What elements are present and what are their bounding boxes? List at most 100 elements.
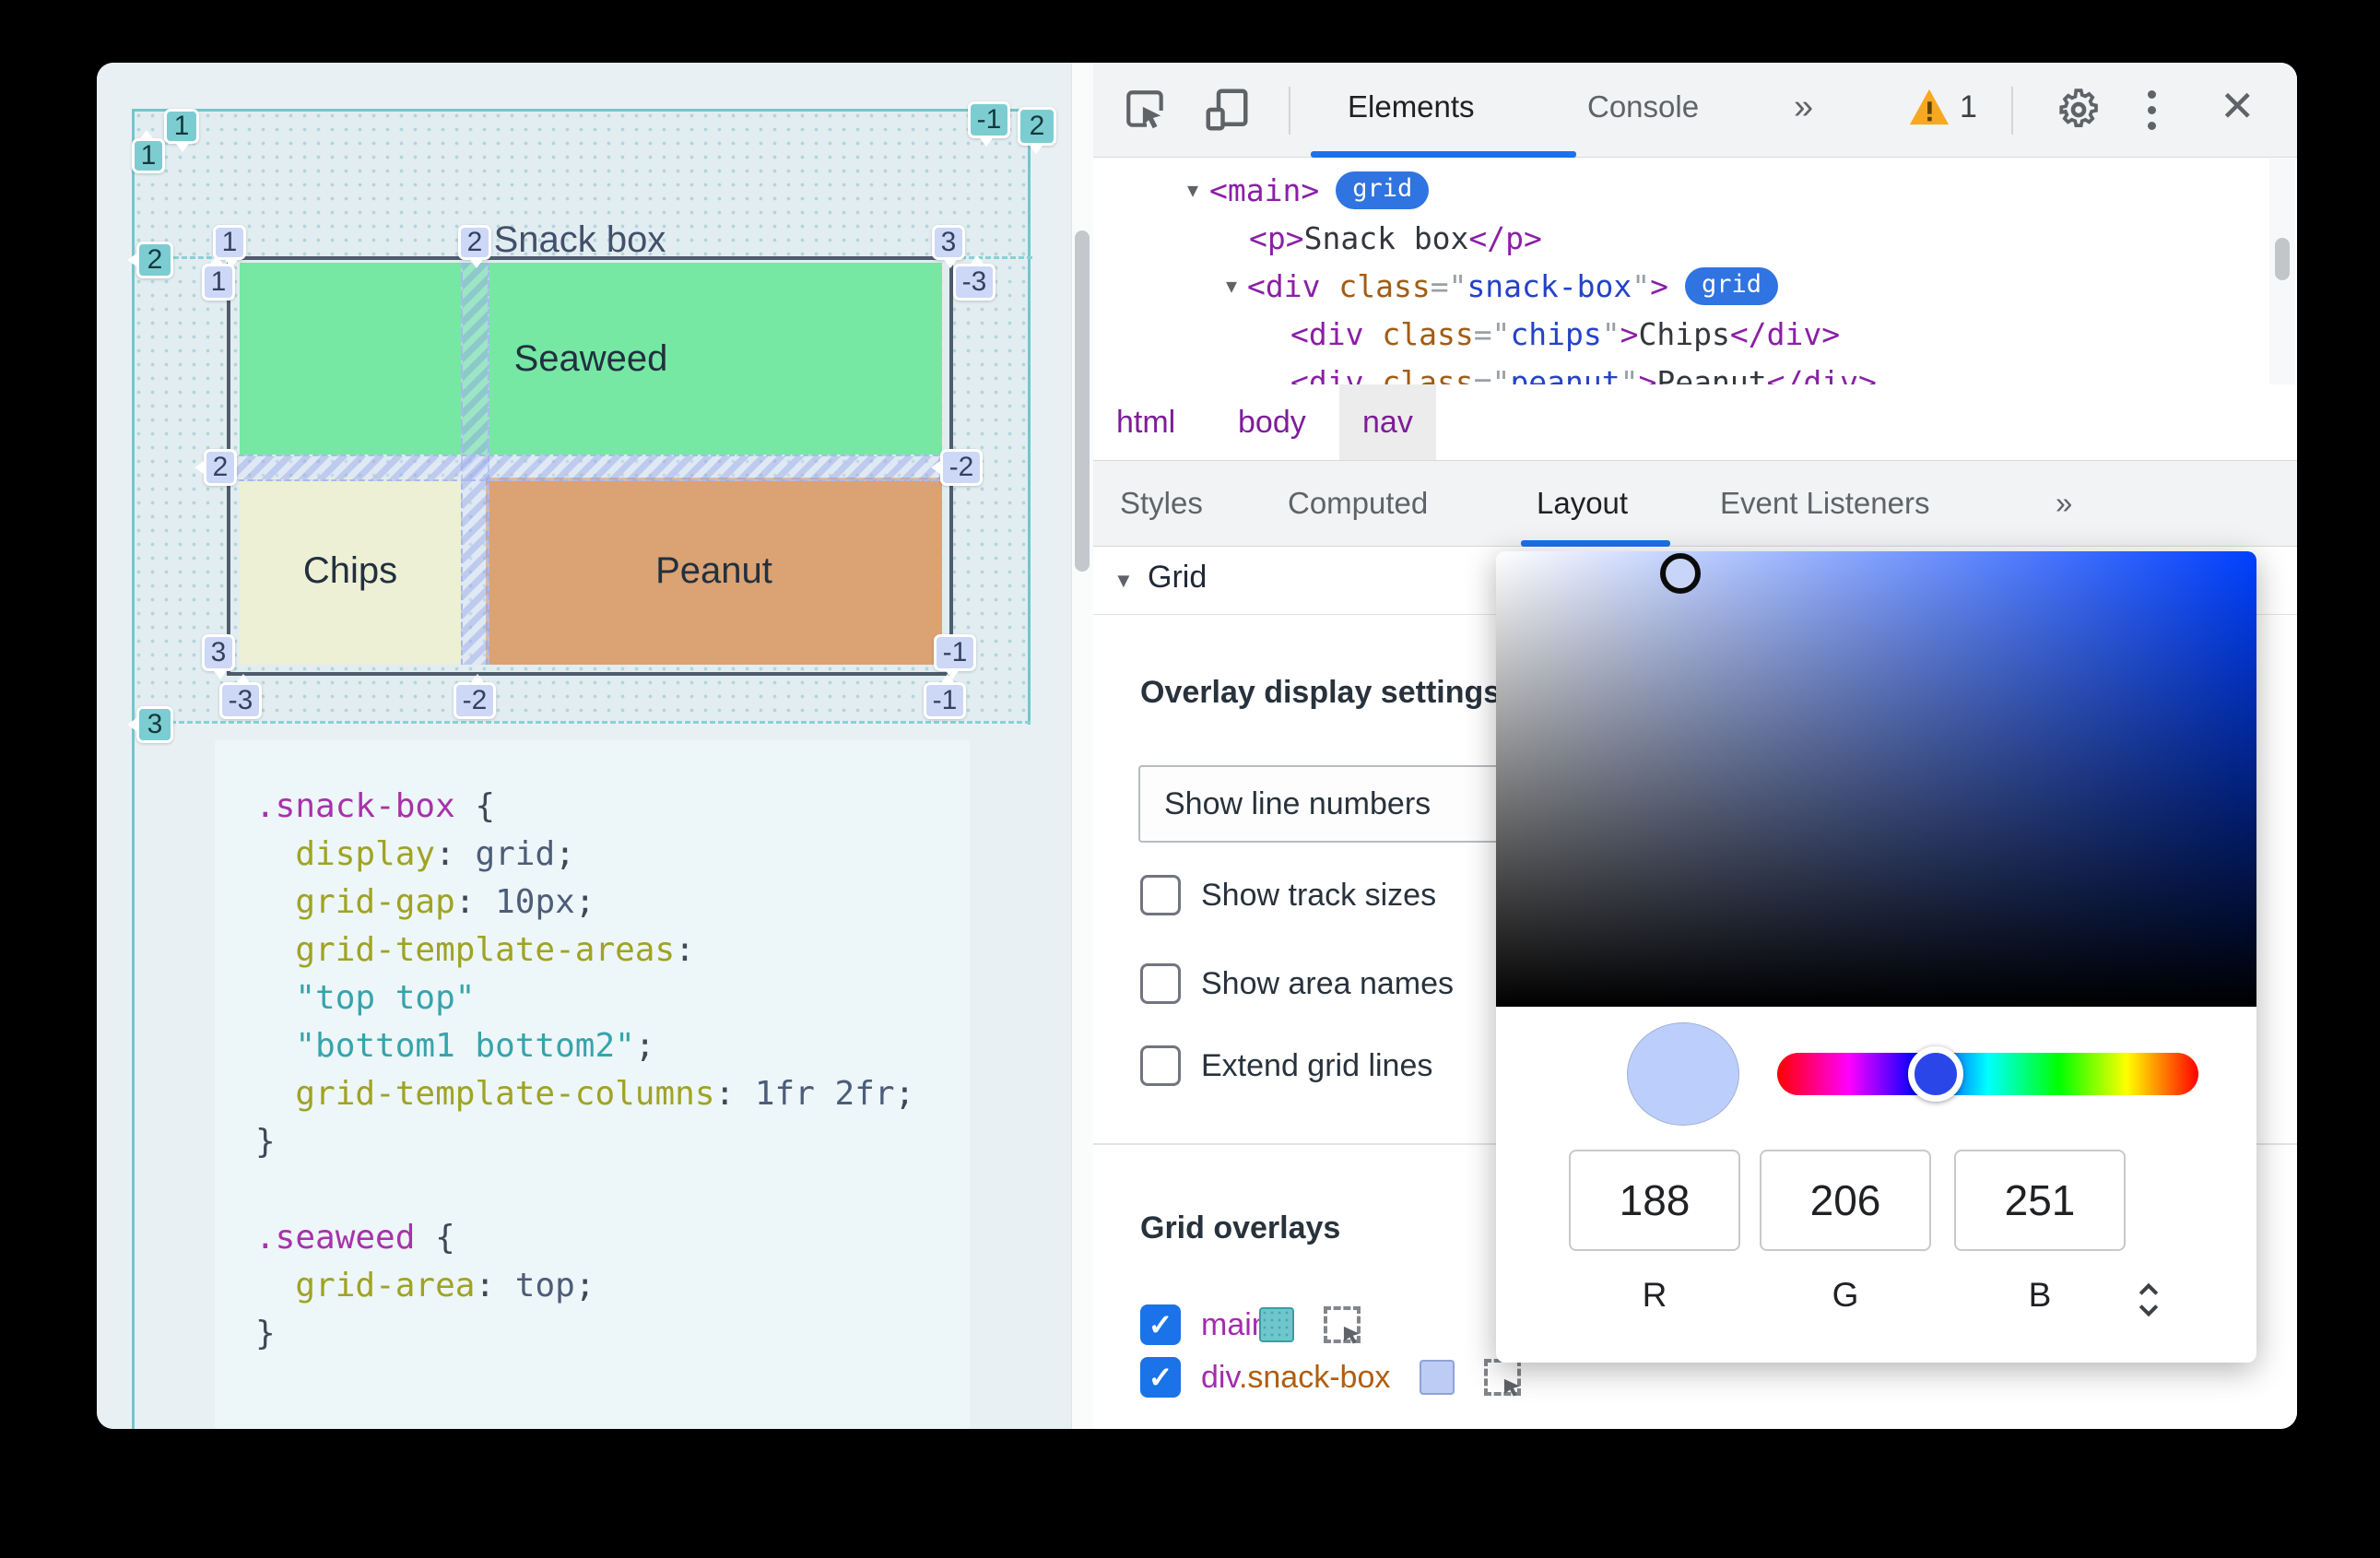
tab-event-listeners[interactable]: Event Listeners <box>1720 461 1929 546</box>
css-code-line: grid-area: top; <box>255 1262 951 1310</box>
close-icon[interactable]: ✕ <box>2220 81 2256 131</box>
main-grid-line-number: -1 <box>968 101 1010 147</box>
tab-layout[interactable]: Layout <box>1537 461 1628 546</box>
css-token: } <box>255 1123 276 1161</box>
css-code-line: "bottom1 bottom2"; <box>255 1022 951 1070</box>
css-token: display <box>255 835 436 873</box>
blue-value-input[interactable]: 251 <box>1954 1150 2126 1251</box>
grid-badge[interactable]: grid <box>1336 171 1430 209</box>
tab--[interactable]: » <box>2056 461 2072 546</box>
css-token: : <box>435 835 476 873</box>
warning-icon[interactable]: 1 <box>1908 87 1977 127</box>
tree-row[interactable]: ▼ <main> grid <box>1093 166 2269 214</box>
chips-area: Chips <box>240 478 461 665</box>
dom-token: </p> <box>1468 219 1542 256</box>
tab-console[interactable]: Console <box>1587 63 1699 151</box>
css-code-line: grid-template-columns: 1fr 2fr; <box>255 1070 951 1118</box>
css-code-line: } <box>255 1118 951 1166</box>
grid-badge[interactable]: grid <box>1685 266 1779 305</box>
breadcrumb-item-html[interactable]: html <box>1093 384 1198 460</box>
overlay-checkbox-div[interactable]: ✓ <box>1140 1357 1181 1398</box>
red-value-input[interactable]: 188 <box>1569 1150 1740 1251</box>
css-token: : <box>675 931 695 969</box>
overlay-select-element-icon[interactable] <box>1323 1306 1361 1344</box>
dom-token: Chips <box>1638 315 1730 352</box>
more-tabs-icon[interactable]: » <box>1794 63 1813 151</box>
overlay-color-swatch[interactable] <box>1258 1307 1294 1342</box>
breadcrumb-item-nav[interactable]: nav <box>1339 384 1436 460</box>
dom-token: <div <box>1290 315 1383 352</box>
page-scrollbar[interactable] <box>1071 63 1094 1429</box>
snack-grid-line-number: -2 <box>931 449 983 486</box>
red-label: R <box>1642 1276 1667 1314</box>
color-picker-popup: 188 206 251 R G B <box>1496 551 2256 1363</box>
snack-grid-line-number: 2 <box>194 449 237 486</box>
snack-grid-line-number: -1 <box>924 674 966 719</box>
overlay-color-swatch[interactable] <box>1420 1360 1455 1395</box>
css-token: grid-template-columns <box>255 1075 715 1113</box>
line-numbers-dropdown-value: Show line numbers <box>1164 785 1432 821</box>
css-token: grid <box>475 835 556 873</box>
snack-grid-line-number: -2 <box>454 674 496 719</box>
snack-grid-line-top <box>227 256 953 260</box>
checkbox-show-track-sizes[interactable] <box>1140 875 1181 915</box>
snack-grid-line-number: 3 <box>932 225 965 268</box>
elements-tree-scrollbar[interactable] <box>2269 159 2295 384</box>
color-format-switcher-icon[interactable] <box>2132 1280 2165 1325</box>
snack-grid-line-number: -3 <box>219 674 262 719</box>
snack-grid-line-number: 1 <box>202 255 235 301</box>
dom-token: =" <box>1473 315 1511 352</box>
tree-row[interactable]: <p>Snack box</p> <box>1093 214 2269 262</box>
color-gradient-selector[interactable] <box>1660 553 1701 594</box>
chips-label: Chips <box>302 550 398 591</box>
tab-elements[interactable]: Elements <box>1348 63 1475 151</box>
checkbox-extend-grid-lines[interactable] <box>1140 1045 1181 1086</box>
main-grid-line-row3 <box>171 721 1031 724</box>
css-token: ; <box>634 1027 655 1065</box>
page-viewport: Snack box Seaweed Chips Peanut 1 -1 2 1 2 3 1 2… <box>97 63 1071 1429</box>
expand-arrow-icon[interactable]: ▼ <box>1226 275 1237 297</box>
hue-slider[interactable] <box>1777 1053 2198 1095</box>
kebab-menu-icon[interactable] <box>2148 90 2156 130</box>
checkbox-label: Show area names <box>1201 965 1455 1001</box>
expand-arrow-icon[interactable]: ▼ <box>1187 179 1198 201</box>
snack-grid-line-bottom <box>227 672 953 676</box>
css-token: .snack-box <box>255 787 455 825</box>
seaweed-area: Seaweed <box>240 263 942 454</box>
breadcrumb-item-body[interactable]: body <box>1215 384 1329 460</box>
css-token: .seaweed <box>255 1219 416 1257</box>
main-grid-line-number: 1 <box>132 130 165 173</box>
tree-row[interactable]: <div class="chips">Chips</div> <box>1093 310 2269 358</box>
css-token: ; <box>574 1267 595 1304</box>
device-toolbar-icon[interactable] <box>1202 85 1252 135</box>
css-token: "bottom1 bottom2" <box>255 1027 635 1065</box>
css-token: 10px <box>495 883 575 921</box>
settings-gear-icon[interactable] <box>2056 87 2102 133</box>
checkbox-row: Show area names <box>1140 963 1454 1004</box>
dom-token: class <box>1382 315 1474 352</box>
css-token: : <box>475 1267 515 1304</box>
hue-slider-handle[interactable] <box>1908 1046 1963 1102</box>
css-code-line: .snack-box { <box>255 783 951 831</box>
css-token: grid-gap <box>255 883 455 921</box>
green-value-input[interactable]: 206 <box>1760 1150 1931 1251</box>
page-title: Snack box <box>493 219 666 260</box>
dom-token: <div <box>1247 267 1339 304</box>
section-collapse-icon[interactable]: ▼ <box>1113 569 1134 593</box>
elements-tree-scrollbar-thumb[interactable] <box>2275 238 2290 280</box>
warning-count: 1 <box>1960 89 1977 124</box>
inspect-icon[interactable] <box>1123 87 1169 133</box>
color-gradient-field[interactable] <box>1496 551 2256 1007</box>
overlay-select-element-icon[interactable] <box>1484 1359 1522 1397</box>
css-code-line: "top top" <box>255 974 951 1022</box>
checkbox-show-area-names[interactable] <box>1140 963 1181 1004</box>
tab-computed[interactable]: Computed <box>1288 461 1428 546</box>
page-scrollbar-thumb[interactable] <box>1075 230 1090 572</box>
css-code-line: grid-template-areas: <box>255 927 951 974</box>
css-token: { <box>415 1219 455 1257</box>
current-color-swatch[interactable] <box>1627 1022 1739 1126</box>
overlay-checkbox-main[interactable]: ✓ <box>1140 1304 1181 1345</box>
snack-grid-line-number: 2 <box>458 225 491 268</box>
tab-styles[interactable]: Styles <box>1120 461 1203 546</box>
tree-row[interactable]: ▼ <div class="snack-box"> grid <box>1093 262 2269 310</box>
